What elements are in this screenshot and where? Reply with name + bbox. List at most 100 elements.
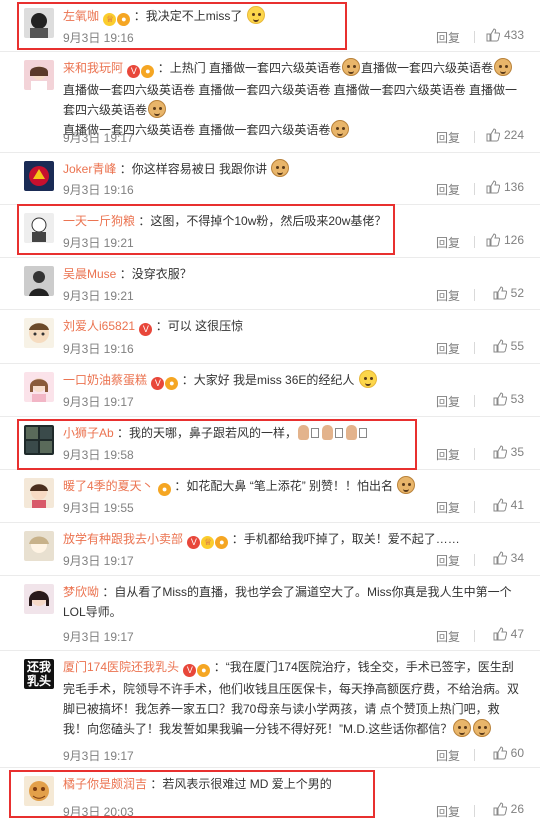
comment-text: ：这图，不得掉个10w粉，然后吸来20w基佬？	[138, 214, 387, 228]
username-link[interactable]: 一天一斤狗粮	[63, 214, 135, 228]
reply-button[interactable]: 回复	[436, 393, 460, 410]
missing-glyph-icon	[311, 428, 320, 438]
like-button[interactable]: 26	[493, 802, 524, 816]
like-count: 26	[510, 802, 524, 816]
like-button[interactable]: 53	[493, 392, 524, 406]
finger-emoji-icon	[322, 425, 334, 440]
avatar[interactable]: 还我乳头	[24, 659, 54, 689]
like-button[interactable]: 433	[486, 28, 524, 42]
divider	[474, 448, 475, 460]
like-button[interactable]: 60	[493, 746, 524, 760]
vip-icon: V	[151, 377, 165, 390]
username-link[interactable]: 小狮子Ab	[63, 426, 114, 440]
avatar[interactable]	[24, 531, 54, 561]
comment-body: 一口奶油蔡蛋糕 V ● ：大家好 我是miss 36E的经纪人	[63, 370, 526, 392]
smirk-emoji-icon	[358, 370, 377, 388]
comment-item: 一天一斤狗粮 ：这图，不得掉个10w粉，然后吸来20w基佬？ 9月3日 19:2…	[0, 205, 540, 258]
like-button[interactable]: 35	[493, 445, 524, 459]
reply-button[interactable]: 回复	[436, 340, 460, 357]
comment-body: 厦门174医院还我乳头 V ● ：“我在厦门174医院治疗，钱全交，手术已签字，医…	[63, 657, 526, 739]
username-link[interactable]: 放学有种跟我去小卖部	[63, 532, 183, 546]
like-count: 433	[503, 28, 524, 42]
reply-button[interactable]: 回复	[436, 552, 460, 569]
avatar-text: 还我乳头	[26, 660, 51, 688]
username-link[interactable]: 来和我玩阿	[63, 61, 123, 75]
comment-item: 吴晨Muse ：没穿衣服？ 9月3日 19:21 回复 52	[0, 258, 540, 310]
username-link[interactable]: 梦欣呦	[63, 585, 99, 599]
thumbs-up-icon	[493, 551, 507, 565]
like-button[interactable]: 47	[493, 627, 524, 641]
divider	[474, 31, 475, 43]
reply-button[interactable]: 回复	[436, 499, 460, 516]
comment-text: ：可以 这很压惊	[155, 319, 244, 333]
like-button[interactable]: 136	[486, 180, 524, 194]
user-badges: V ●	[126, 60, 155, 80]
username-link[interactable]: 一口奶油蔡蛋糕	[63, 373, 147, 387]
avatar[interactable]	[24, 60, 54, 90]
doge-emoji-icon	[148, 100, 167, 118]
username-link[interactable]: 暖了4季的夏天丶	[63, 479, 154, 493]
comment-text: ：手机都给我吓掉了，取关！爱不起了……	[231, 532, 460, 546]
avatar[interactable]	[24, 213, 54, 243]
like-button[interactable]: 126	[486, 233, 524, 247]
comment-time: 9月3日 20:03	[63, 805, 134, 819]
comment-time: 9月3日 19:17	[63, 749, 134, 763]
doge-emoji-icon	[494, 58, 513, 76]
comment-text: ：如花配大鼻 “笔上添花” 别赞！！怕出名	[174, 479, 394, 493]
reply-button[interactable]: 回复	[436, 29, 460, 46]
like-count: 34	[510, 551, 524, 565]
like-count: 52	[510, 286, 524, 300]
doge-emoji-icon	[473, 719, 492, 737]
comment-time: 9月3日 19:16	[63, 342, 134, 356]
divider	[474, 630, 475, 642]
comment-text: 我！向您磕头了！我发誓如果我骗一分钱不得好死！”M.D.这些话你都信？	[63, 722, 453, 736]
missing-glyph-icon	[335, 428, 344, 438]
avatar[interactable]	[24, 266, 54, 296]
like-button[interactable]: 41	[493, 498, 524, 512]
thumbs-up-icon	[493, 802, 507, 816]
missing-glyph-icon	[359, 428, 368, 438]
reply-button[interactable]: 回复	[436, 234, 460, 251]
divider	[474, 183, 475, 195]
comment-body: 来和我玩阿 V ● ：上热门 直播做一套四六级英语卷 直播做一套四六级英语卷 直播做…	[63, 58, 526, 140]
like-button[interactable]: 224	[486, 128, 524, 142]
balloon-icon: ●	[215, 536, 229, 549]
avatar[interactable]	[24, 372, 54, 402]
comment-time: 9月3日 19:55	[63, 501, 134, 515]
username-link[interactable]: 左氧咖	[63, 9, 99, 23]
like-button[interactable]: 55	[493, 339, 524, 353]
like-button[interactable]: 34	[493, 551, 524, 565]
avatar[interactable]	[24, 161, 54, 191]
reply-button[interactable]: 回复	[436, 747, 460, 764]
thumbs-up-icon	[486, 28, 500, 42]
thumbs-up-icon	[493, 627, 507, 641]
comment-text: 脚已被搞坏！我怎养一家五口？我70母亲与读小学两孩，请 点个赞顶上热门吧，救	[63, 702, 500, 716]
reply-button[interactable]: 回复	[436, 287, 460, 304]
username-link[interactable]: 厦门174医院还我乳头	[63, 660, 179, 674]
comment-text: 完毛手术，院领导不许手术，他们收钱且压医保卡，每天挣高额医疗费，不给治病。双	[63, 682, 520, 696]
avatar[interactable]	[24, 8, 54, 38]
avatar[interactable]	[24, 584, 54, 614]
thumbs-up-icon	[493, 339, 507, 353]
like-button[interactable]: 52	[493, 286, 524, 300]
reply-button[interactable]: 回复	[436, 181, 460, 198]
reply-button[interactable]: 回复	[436, 628, 460, 645]
reply-button[interactable]: 回复	[436, 446, 460, 463]
like-count: 53	[510, 392, 524, 406]
username-link[interactable]: 刘爱人i65821	[63, 319, 135, 333]
username-link[interactable]: Joker青峰	[63, 162, 116, 176]
comment-item: 小狮子Ab ：我的天哪，鼻子跟若风的一样， 9月3日 19:58 回复 35	[0, 417, 540, 470]
avatar[interactable]	[24, 425, 54, 455]
username-link[interactable]: 橘子你是颇润吉	[63, 777, 147, 791]
balloon-icon: ●	[197, 664, 211, 677]
avatar[interactable]	[24, 478, 54, 508]
reply-button[interactable]: 回复	[436, 129, 460, 146]
comment-item: 橘子你是颇润吉 ：若风表示很难过 MD 爱上个男的 9月3日 20:03 回复 …	[0, 768, 540, 820]
comment-text: 直播做一套四六级英语卷	[361, 61, 494, 75]
avatar[interactable]	[24, 318, 54, 348]
comment-text: ：自从看了Miss的直播，我也学会了漏道空大了。Miss你真是我人生中第一个	[102, 585, 512, 599]
reply-button[interactable]: 回复	[436, 803, 460, 820]
avatar[interactable]	[24, 776, 54, 806]
divider	[474, 501, 475, 513]
username-link[interactable]: 吴晨Muse	[63, 267, 116, 281]
